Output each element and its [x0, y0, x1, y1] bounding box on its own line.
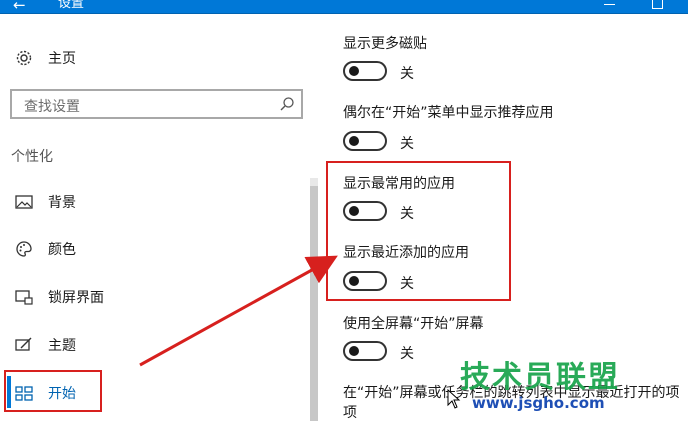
scrollbar-thumb[interactable] [310, 186, 318, 421]
setting-title-more-tiles: 显示更多磁贴 [343, 36, 427, 52]
watermark: 技术员联盟 www.jsgho.com [452, 350, 688, 421]
toggle-suggestions[interactable] [343, 131, 387, 151]
sidebar-item-label: 主题 [48, 338, 76, 354]
toggle-knob [349, 66, 359, 76]
title-bar: ← 设置 [0, 0, 688, 14]
toggle-knob [349, 136, 359, 146]
gear-icon [14, 48, 34, 68]
mouse-cursor-icon [447, 389, 461, 409]
toggle-knob [349, 346, 359, 356]
search-input[interactable]: 查找设置 [10, 89, 303, 119]
sidebar-item-background[interactable]: 背景 [14, 189, 76, 215]
toggle-more-tiles[interactable] [343, 61, 387, 81]
sidebar-item-label: 锁屏界面 [48, 290, 104, 306]
search-placeholder: 查找设置 [24, 99, 80, 115]
theme-icon [14, 335, 34, 355]
setting-title-suggestions: 偶尔在“开始”菜单中显示推荐应用 [343, 105, 554, 121]
sidebar-item-label: 背景 [48, 195, 76, 211]
toggle-state-label: 关 [400, 136, 414, 152]
watermark-title: 技术员联盟 [460, 360, 620, 395]
palette-icon [14, 239, 34, 259]
annotation-highlight-start [4, 370, 102, 412]
watermark-url: www.jsgho.com [472, 394, 605, 412]
title-divider [0, 13, 688, 14]
window-title: 设置 [58, 0, 85, 11]
section-label-personalization: 个性化 [11, 149, 53, 165]
minimize-button[interactable] [604, 4, 615, 5]
search-icon[interactable] [279, 96, 295, 112]
sidebar-item-label: 颜色 [48, 242, 76, 258]
toggle-state-label: 关 [400, 66, 414, 82]
sidebar-item-lock-screen[interactable]: 锁屏界面 [14, 284, 104, 310]
nav-home[interactable]: 主页 [14, 46, 76, 70]
lock-screen-icon [14, 287, 34, 307]
toggle-state-label: 关 [400, 346, 414, 362]
annotation-highlight-box [326, 161, 511, 301]
sidebar-item-themes[interactable]: 主题 [14, 332, 76, 358]
picture-icon [14, 192, 34, 212]
nav-home-label: 主页 [48, 51, 76, 67]
toggle-fullscreen-start[interactable] [343, 341, 387, 361]
back-arrow-icon[interactable]: ← [13, 0, 26, 14]
setting-title-fullscreen-start: 使用全屏幕“开始”屏幕 [343, 316, 484, 332]
setting-title-jump-lists-line2: 项 [343, 405, 357, 421]
maximize-button[interactable] [652, 0, 663, 9]
sidebar-item-colors[interactable]: 颜色 [14, 236, 76, 262]
